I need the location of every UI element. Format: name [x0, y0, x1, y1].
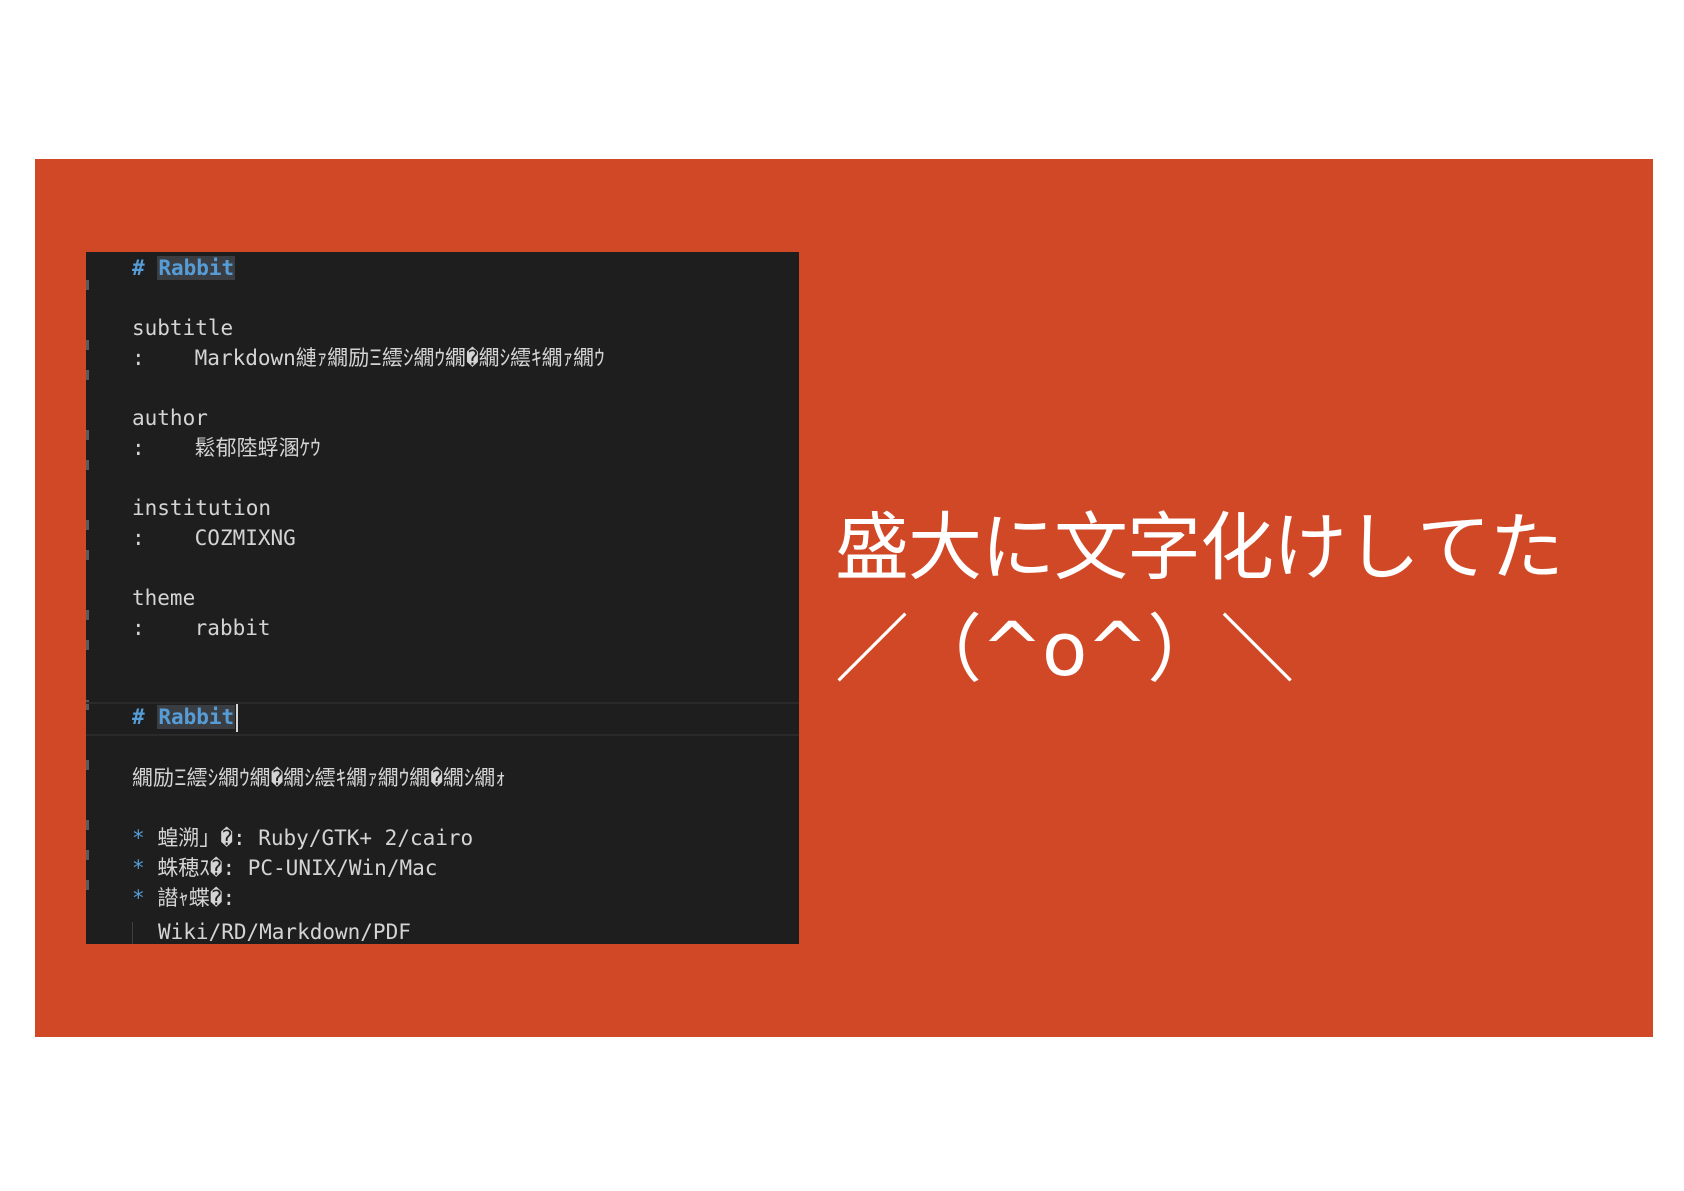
- theme-value: rabbit: [194, 616, 271, 640]
- subtitle-value: Markdown縺ｧ繝励Ξ繧ｼ繝ｳ繝�繝ｼ繧ｷ繝ｧ繝ｳ: [194, 346, 605, 370]
- subtitle-value-line: : Markdown縺ｧ繝励Ξ繧ｼ繝ｳ繝�繝ｼ繧ｷ繝ｧ繝ｳ: [132, 342, 605, 374]
- author-value-line: : 鬆郁陸蜉溷ｹｳ: [132, 432, 321, 464]
- continuation-text: Wiki/RD/Markdown/PDF: [158, 920, 411, 944]
- heading-hash: #: [132, 705, 145, 729]
- heading-title: Rabbit: [157, 705, 236, 729]
- theme-key: theme: [132, 586, 196, 610]
- heading-line-2[interactable]: # Rabbit: [132, 701, 239, 733]
- caption-line-2: ／（^o^）＼: [835, 607, 1294, 693]
- bullet-mark: *: [132, 886, 145, 910]
- bullet-item: * 譛ｬ蝶�:: [132, 882, 235, 914]
- body-text: 繝励Ξ繧ｼ繝ｳ繝�繝ｼ繧ｷ繝ｧ繝ｳ繝�繝ｼ繝ｫ: [132, 766, 506, 790]
- text-cursor: [236, 704, 239, 732]
- slide: # Rabbit subtitle : Markdown縺ｧ繝励Ξ繧ｼ繝ｳ繝�繝ｼ…: [35, 159, 1653, 1037]
- author-key: author: [132, 406, 208, 430]
- author-value: 鬆郁陸蜉溷ｹｳ: [194, 436, 321, 460]
- institution-value-line: : COZMIXNG: [132, 522, 296, 554]
- bullet-text: 譛ｬ蝶�:: [157, 886, 236, 910]
- bullet-item: * 蝗溯」�: Ruby/GTK+ 2/cairo: [132, 822, 473, 854]
- colon: :: [132, 616, 145, 640]
- code-editor-screenshot: # Rabbit subtitle : Markdown縺ｧ繝励Ξ繧ｼ繝ｳ繝�繝ｼ…: [86, 252, 799, 944]
- heading-hash: #: [132, 256, 145, 280]
- institution-key: institution: [132, 496, 272, 520]
- heading-line-1: # Rabbit: [132, 252, 236, 284]
- bullet-text: 蛛穂ｽ�: PC-UNIX/Win/Mac: [157, 856, 438, 880]
- colon: :: [132, 346, 145, 370]
- bullet-item: * 蛛穂ｽ�: PC-UNIX/Win/Mac: [132, 852, 437, 884]
- subtitle-key: subtitle: [132, 316, 234, 340]
- bullet-mark: *: [132, 856, 145, 880]
- editor-gutter: [86, 252, 90, 944]
- caption-line-1: 盛大に文字化けしてた: [835, 505, 1564, 591]
- heading-title: Rabbit: [157, 256, 236, 280]
- colon: :: [132, 436, 145, 460]
- institution-value: COZMIXNG: [194, 526, 296, 550]
- theme-value-line: : rabbit: [132, 612, 271, 644]
- colon: :: [132, 526, 145, 550]
- bullet-text: 蝗溯」�: Ruby/GTK+ 2/cairo: [157, 826, 474, 850]
- bullet-mark: *: [132, 826, 145, 850]
- indent-guide: [132, 922, 133, 944]
- slide-caption: 盛大に文字化けしてた ／（^o^）＼: [835, 497, 1564, 701]
